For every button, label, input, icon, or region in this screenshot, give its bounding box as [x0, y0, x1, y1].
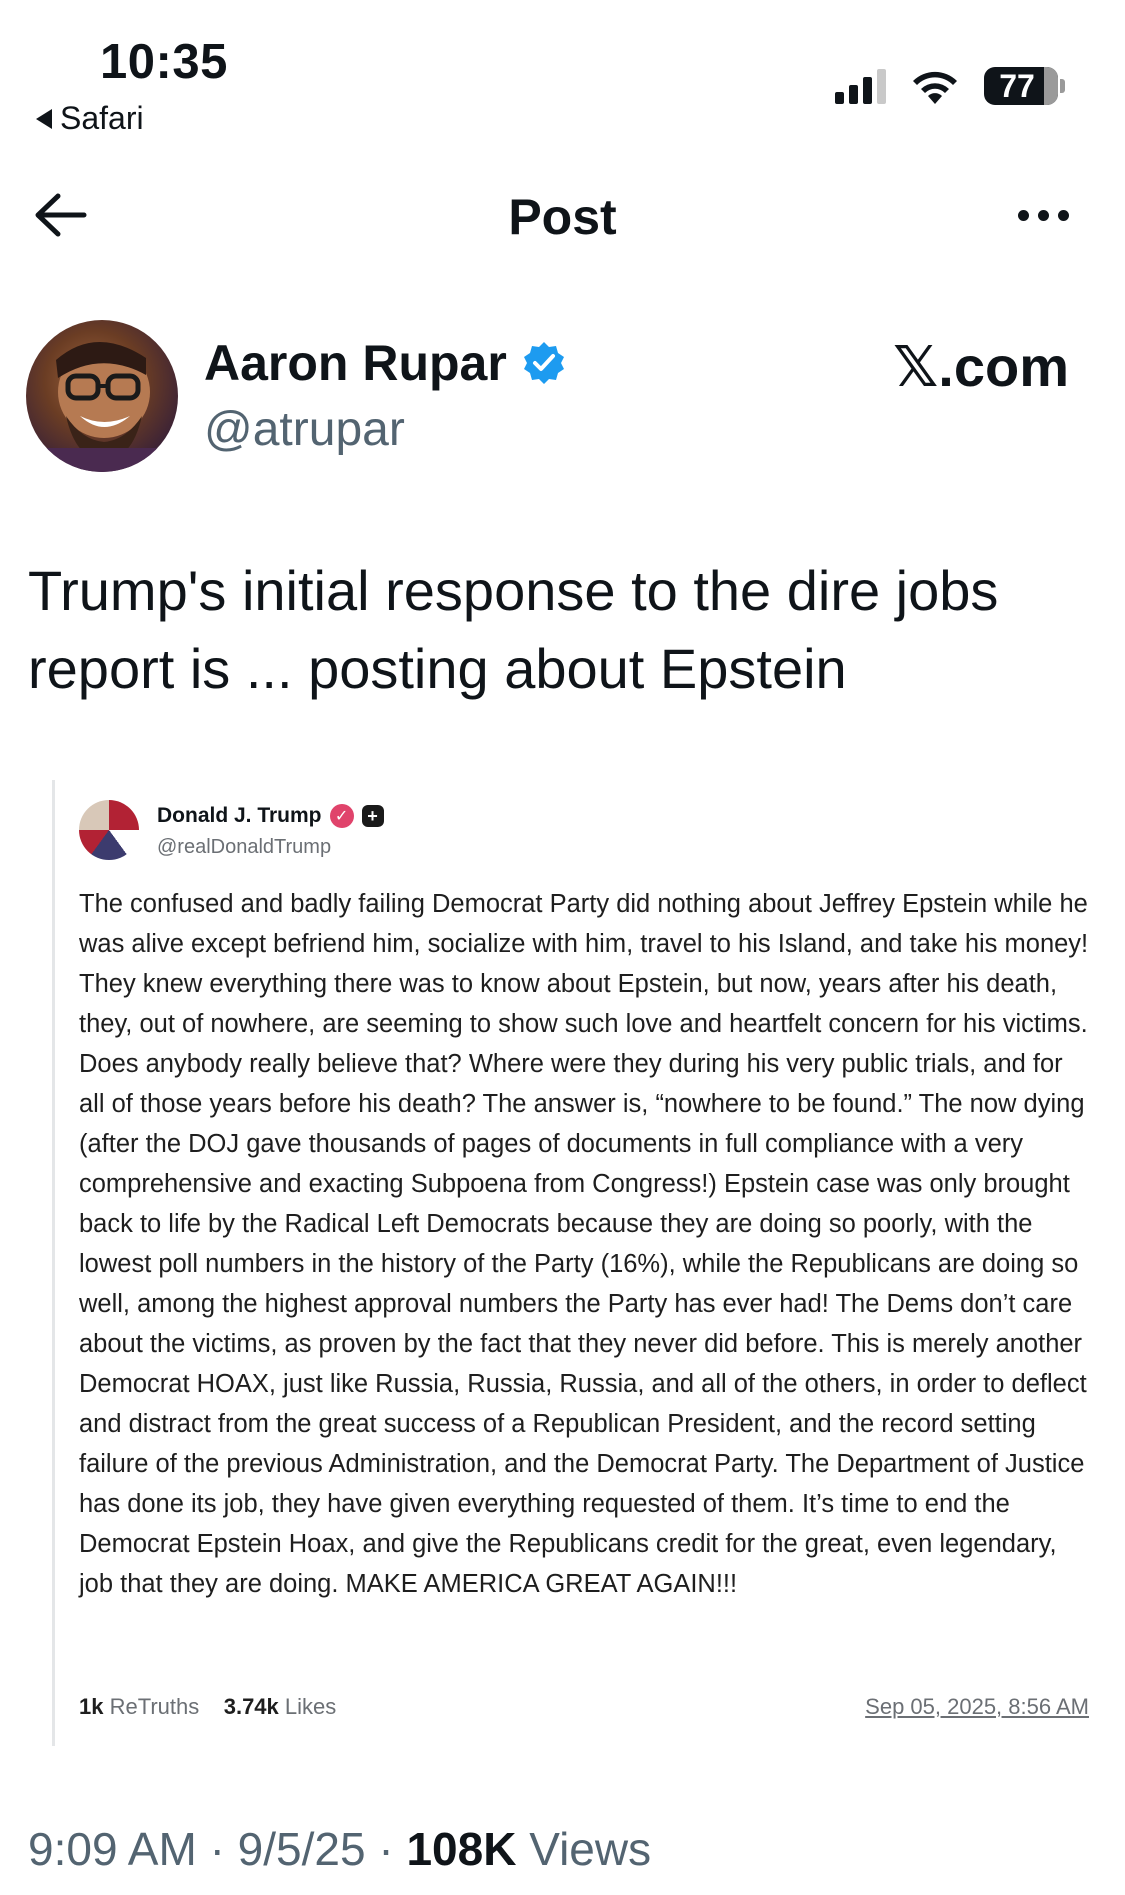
author-name[interactable]: Aaron Rupar	[204, 334, 567, 392]
back-app-label: Safari	[60, 100, 144, 136]
post-date: 9/5/25	[237, 1823, 366, 1875]
embedded-author-avatar	[79, 800, 139, 860]
embedded-author-name: Donald J. Trump ✓ +	[157, 804, 384, 828]
embedded-author-handle: @realDonaldTrump	[157, 836, 332, 858]
site-label: 𝕏.com	[893, 335, 1069, 398]
views-label[interactable]: Views	[529, 1823, 651, 1875]
status-time: 10:35	[100, 35, 228, 89]
author-avatar[interactable]	[26, 320, 178, 472]
embedded-plus-icon: +	[361, 805, 384, 827]
embedded-author-name-text: Donald J. Trump	[157, 804, 322, 827]
back-triangle-icon	[36, 108, 52, 129]
tweet-text: Trump's initial response to the dire job…	[28, 559, 999, 700]
embedded-post-body: The confused and badly failing Democrat …	[79, 890, 1089, 1598]
battery-icon: 77	[984, 67, 1065, 105]
post-time: 9:09 AM	[28, 1823, 197, 1875]
meta-separator: ·	[209, 1823, 238, 1875]
likes-count: 3.74k	[223, 1694, 279, 1719]
status-indicators: 77	[835, 66, 1065, 106]
views-count[interactable]: 108K	[406, 1823, 516, 1875]
embedded-post-image[interactable]: Donald J. Trump ✓ + @realDonaldTrump The…	[52, 780, 1092, 1746]
back-to-app-button[interactable]: Safari	[36, 100, 144, 137]
meta-separator: ·	[378, 1823, 407, 1875]
retruths-label: ReTruths	[109, 1694, 200, 1719]
battery-level: 77	[999, 67, 1035, 104]
wifi-icon	[913, 71, 957, 104]
embedded-post-footer: 1k ReTruths 3.74k Likes Sep 05, 2025, 8:…	[79, 1694, 1089, 1720]
author-name-text: Aaron Rupar	[204, 335, 507, 391]
embedded-verified-icon: ✓	[329, 804, 354, 828]
more-options-icon[interactable]	[1018, 210, 1069, 221]
cellular-signal-icon	[835, 68, 886, 104]
page-title: Post	[508, 189, 617, 245]
post-meta: 9:09 AM · 9/5/25 · 108K Views	[28, 1822, 651, 1876]
embedded-post-date: Sep 05, 2025, 8:56 AM	[865, 1694, 1089, 1719]
likes-label: Likes	[284, 1694, 337, 1719]
embedded-stats: 1k ReTruths 3.74k Likes	[79, 1694, 336, 1720]
author-handle[interactable]: @atrupar	[204, 402, 405, 457]
retruths-count: 1k	[79, 1694, 104, 1719]
verified-badge-icon	[523, 342, 564, 384]
